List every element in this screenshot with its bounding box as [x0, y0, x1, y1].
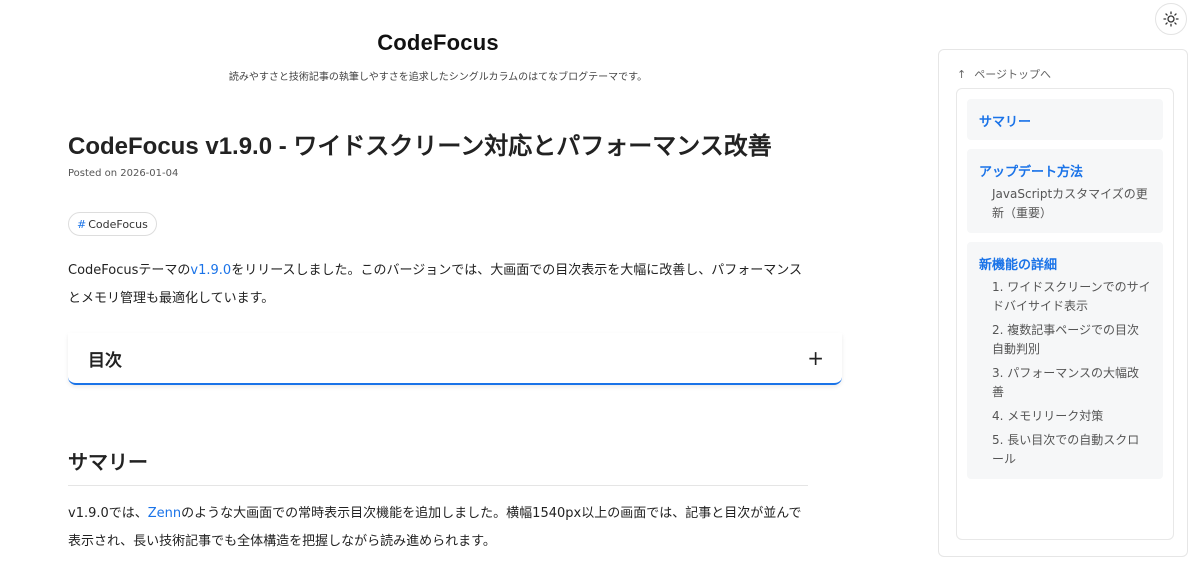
theme-toggle-button[interactable]	[1155, 3, 1187, 35]
site-description: 読みやすさと技術記事の執筆しやすさを追求したシングルカラムのはてなブログテーマで…	[228, 72, 648, 83]
summary-text-before: v1.9.0では、	[68, 506, 148, 521]
zenn-link[interactable]: Zenn	[148, 506, 181, 521]
side-toc-item-features[interactable]: 新機能の詳細	[979, 254, 1151, 273]
toc-title: 目次	[88, 350, 122, 371]
toc-accordion[interactable]: 目次 +	[68, 333, 842, 385]
sun-icon	[1163, 11, 1179, 27]
version-link[interactable]: v1.9.0	[190, 263, 231, 278]
side-toc-subitem[interactable]: 1. ワイドスクリーンでのサイドバイサイド表示	[979, 278, 1151, 316]
toc-expand-icon[interactable]: +	[807, 348, 824, 368]
side-toc-subitem[interactable]: 4. メモリリーク対策	[979, 407, 1151, 426]
intro-paragraph: CodeFocusテーマのv1.9.0をリリースしました。このバージョンでは、大…	[68, 257, 808, 313]
site-header: CodeFocus 読みやすさと技術記事の執筆しやすさを追求したシングルカラムの…	[68, 30, 808, 83]
side-toc-item-update[interactable]: アップデート方法	[979, 161, 1151, 180]
tag-codefocus[interactable]: # CodeFocus	[68, 212, 157, 236]
side-toc-subitem[interactable]: 3. パフォーマンスの大幅改善	[979, 364, 1151, 402]
back-to-top-link[interactable]: ↑ ページトップへ	[957, 66, 1051, 82]
side-toc-subitem[interactable]: 2. 複数記事ページでの目次自動判別	[979, 321, 1151, 359]
tag-label: CodeFocus	[88, 217, 148, 231]
side-toc-item-summary[interactable]: サマリー	[979, 111, 1151, 130]
section-heading-summary: サマリー	[68, 446, 808, 486]
side-toc-panel: ↑ ページトップへ サマリー アップデート方法 JavaScriptカスタマイズの…	[938, 49, 1188, 557]
tag-hash: #	[77, 217, 87, 231]
back-to-top-label: ページトップへ	[974, 68, 1051, 81]
side-toc-group: 新機能の詳細 1. ワイドスクリーンでのサイドバイサイド表示 2. 複数記事ペー…	[967, 242, 1163, 479]
post-title[interactable]: CodeFocus v1.9.0 - ワイドスクリーン対応とパフォーマンス改善	[68, 126, 848, 161]
side-toc-group: サマリー	[967, 99, 1163, 140]
side-toc-list: サマリー アップデート方法 JavaScriptカスタマイズの更新（重要） 新機…	[956, 88, 1174, 540]
summary-paragraph: v1.9.0では、Zennのような大画面での常時表示目次機能を追加しました。横幅…	[68, 500, 808, 556]
intro-text-before: CodeFocusテーマの	[68, 263, 191, 278]
arrow-up-icon: ↑	[957, 68, 967, 81]
side-toc-subitem[interactable]: JavaScriptカスタマイズの更新（重要）	[979, 185, 1151, 223]
side-toc-subitem[interactable]: 5. 長い目次での自動スクロール	[979, 431, 1151, 469]
side-toc-group: アップデート方法 JavaScriptカスタマイズの更新（重要）	[967, 149, 1163, 233]
site-title[interactable]: CodeFocus	[68, 30, 808, 56]
post-date: Posted on 2026-01-04	[68, 168, 179, 179]
